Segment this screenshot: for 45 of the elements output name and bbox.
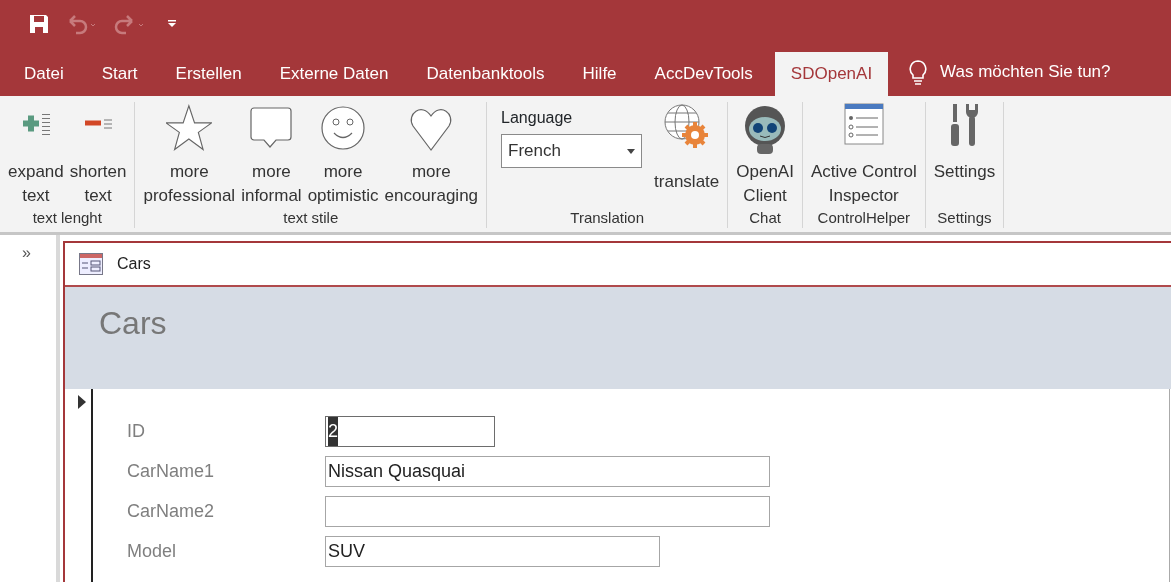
ribbon-button[interactable]: more professional — [141, 102, 238, 208]
plus-lines-icon — [21, 112, 50, 136]
group-label: text stile — [282, 208, 340, 228]
group-label: ControlHelper — [816, 208, 912, 228]
input-field[interactable] — [325, 495, 770, 527]
ribbon-tab[interactable]: Start — [85, 52, 154, 96]
ribbon-tab[interactable]: AccDevTools — [638, 52, 769, 96]
group-label: text lenght — [31, 208, 103, 228]
language-dropdown[interactable]: French — [501, 134, 643, 168]
field-label: CarName2 — [126, 499, 216, 523]
customize-icon[interactable] — [166, 18, 178, 30]
form-tab-title: Cars — [117, 254, 151, 274]
ribbon-tab[interactable]: Datenbanktools — [410, 52, 561, 96]
ribbon-button[interactable]: more encouraging — [382, 102, 481, 208]
group-label: Chat — [748, 208, 782, 228]
ribbon-tab[interactable]: Erstellen — [159, 52, 258, 96]
ribbon-tab[interactable]: SDOpenAI — [774, 52, 889, 96]
ribbon-button[interactable]: more informal — [239, 102, 304, 208]
ribbon-tab[interactable]: Datei — [8, 52, 80, 96]
field-label: CarName1 — [126, 459, 216, 483]
shorten-text-button[interactable]: shorten text — [67, 102, 129, 208]
input-field[interactable]: SUV — [325, 535, 660, 567]
minus-lines-icon — [84, 119, 113, 129]
field-label: ID — [126, 419, 146, 443]
ribbon-tab[interactable]: Hilfe — [566, 52, 633, 96]
inspector-button[interactable]: Active Control Inspector — [808, 102, 919, 208]
group-label: Translation — [569, 208, 645, 228]
tell-me-search[interactable]: Was möchten Sie tun? — [940, 59, 1111, 85]
group-label: Settings — [936, 208, 993, 228]
save-icon[interactable] — [28, 13, 50, 35]
lightbulb-icon — [908, 58, 929, 86]
input-field[interactable]: Nissan Quasquai — [325, 455, 770, 487]
settings-button[interactable]: Settings — [931, 102, 998, 208]
ribbon-button[interactable]: more optimistic — [305, 102, 381, 208]
caret-icon — [627, 148, 636, 154]
chat-client-button[interactable]: OpenAI Client — [734, 102, 796, 208]
expand-text-button[interactable]: expand text — [6, 102, 66, 208]
ribbon-tab[interactable]: Externe Daten — [263, 52, 405, 96]
translate-button[interactable]: translate — [652, 102, 722, 208]
form-icon — [79, 253, 103, 275]
input-field[interactable]: 2 — [325, 415, 495, 447]
form-heading: Cars — [99, 305, 167, 341]
combo-caption: Language — [501, 108, 574, 128]
expand-pane-toggle[interactable]: » — [22, 245, 31, 261]
field-label: Model — [126, 539, 178, 563]
